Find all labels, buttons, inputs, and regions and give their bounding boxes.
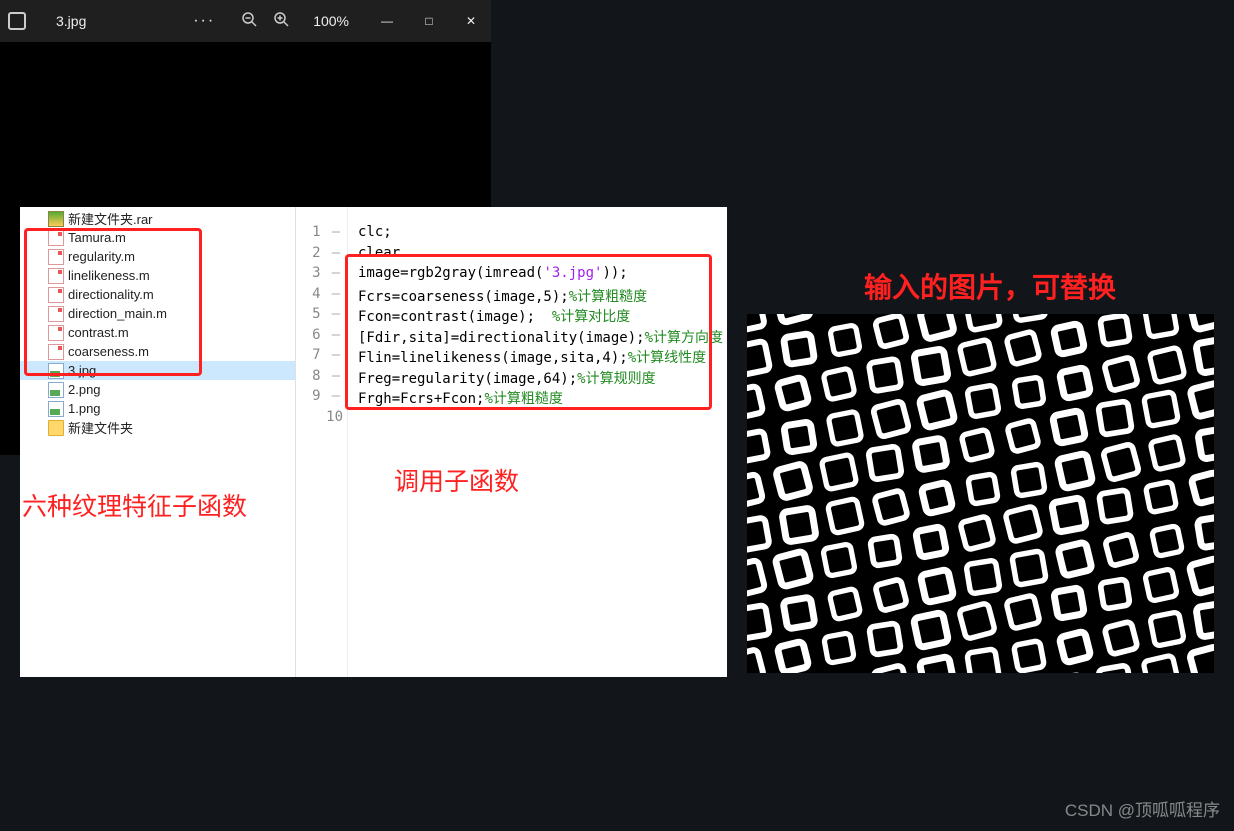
file-item[interactable]: direction_main.m [20,304,295,323]
file-name-label: direction_main.m [68,306,167,321]
code-area[interactable]: clc;clearimage=rgb2gray(imread('3.jpg'))… [348,207,727,677]
m-file-icon [48,325,64,341]
line-number-gutter: 1 —2 —3 —4 —5 —6 —7 —8 —9 —10 [296,207,348,677]
file-item[interactable]: linelikeness.m [20,266,295,285]
file-name-label: directionality.m [68,287,154,302]
code-line[interactable]: Frgh=Fcrs+Fcon;%计算粗糙度 [358,388,727,409]
code-line[interactable]: clear [358,245,727,266]
file-name-label: 2.png [68,382,101,397]
line-number: 5 — [296,306,347,327]
maximize-button[interactable]: □ [417,14,441,28]
line-number: 10 [296,409,347,430]
zoom-level-label: 100% [313,13,349,29]
line-number: 3 — [296,265,347,286]
caption-input-image: 输入的图片，可替换 [864,266,1116,306]
file-list: 新建文件夹.rar Tamura.m regularity.m linelikenes… [20,207,295,437]
file-item[interactable]: 新建文件夹 [20,418,295,437]
line-number: 7 — [296,347,347,368]
m-file-icon [48,230,64,246]
file-name-label: coarseness.m [68,344,149,359]
img-file-icon [48,363,64,379]
file-name-label: 3.jpg [68,363,96,378]
file-item[interactable]: directionality.m [20,285,295,304]
code-line[interactable]: Freg=regularity(image,64);%计算规则度 [358,368,727,389]
m-file-icon [48,287,64,303]
line-number: 6 — [296,327,347,348]
code-line[interactable]: Fcrs=coarseness(image,5);%计算粗糙度 [358,286,727,307]
file-item[interactable]: regularity.m [20,247,295,266]
code-editor-panel: 1 —2 —3 —4 —5 —6 —7 —8 —9 —10 clc;cleari… [296,207,727,677]
zoom-out-button[interactable] [241,11,257,32]
watermark: CSDN @顶呱呱程序 [1065,796,1220,821]
line-number: 1 — [296,224,347,245]
m-file-icon [48,268,64,284]
more-menu-icon[interactable]: ··· [193,12,215,30]
file-name-label: 1.png [68,401,101,416]
file-item[interactable]: 1.png [20,399,295,418]
code-line[interactable] [358,409,727,430]
file-item[interactable]: contrast.m [20,323,295,342]
file-item[interactable]: 新建文件夹.rar [20,209,295,228]
image-viewer-titlebar: 3.jpg ··· 100% — □ ✕ [0,0,491,42]
file-explorer-panel: 新建文件夹.rar Tamura.m regularity.m linelikenes… [20,207,296,677]
code-line[interactable]: Flin=linelikeness(image,sita,4);%计算线性度 [358,347,727,368]
code-line[interactable]: clc; [358,224,727,245]
rar-file-icon [48,211,64,227]
home-icon[interactable] [8,12,26,30]
file-item[interactable]: 2.png [20,380,295,399]
zoom-in-button[interactable] [273,11,289,32]
img-file-icon [48,382,64,398]
file-name-label: 新建文件夹 [68,418,133,437]
m-file-icon [48,306,64,322]
img-file-icon [48,401,64,417]
file-name-label: contrast.m [68,325,129,340]
file-name-label: Tamura.m [68,230,126,245]
folder-file-icon [48,420,64,436]
line-number: 2 — [296,245,347,266]
file-name-label: regularity.m [68,249,135,264]
close-button[interactable]: ✕ [459,14,483,28]
line-number: 8 — [296,368,347,389]
viewer-filename: 3.jpg [56,13,86,29]
file-item[interactable]: coarseness.m [20,342,295,361]
code-line[interactable]: [Fdir,sita]=directionality(image);%计算方向度 [358,327,727,348]
m-file-icon [48,344,64,360]
minimize-button[interactable]: — [375,14,399,28]
code-line[interactable]: image=rgb2gray(imread('3.jpg')); [358,265,727,286]
line-number: 9 — [296,388,347,409]
caption-six-features: 六种纹理特征子函数 [22,487,247,523]
file-item[interactable]: 3.jpg [20,361,295,380]
caption-call-subfunc: 调用子函数 [394,462,519,498]
code-line[interactable]: Fcon=contrast(image); %计算对比度 [358,306,727,327]
file-item[interactable]: Tamura.m [20,228,295,247]
line-number: 4 — [296,286,347,307]
m-file-icon [48,249,64,265]
file-name-label: linelikeness.m [68,268,150,283]
file-name-label: 新建文件夹.rar [68,209,153,228]
texture-image-display [747,314,1214,673]
